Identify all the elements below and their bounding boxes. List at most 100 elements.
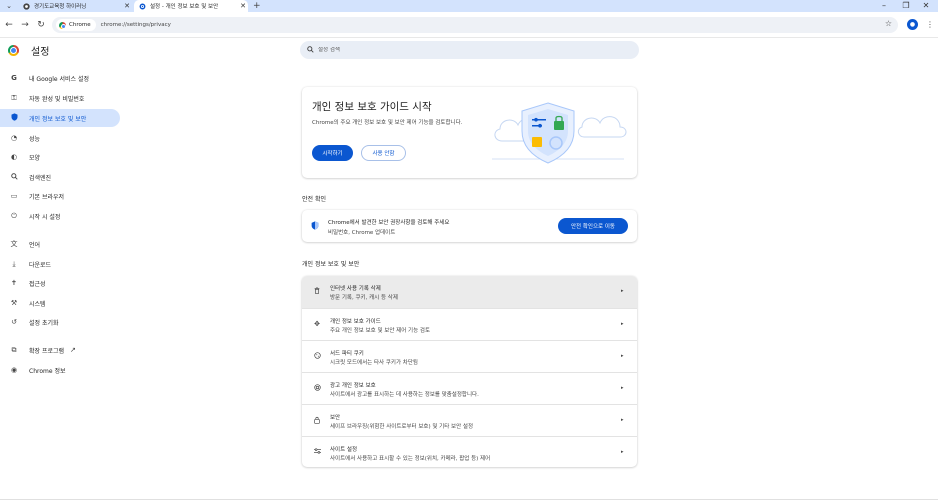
shield-check-icon	[311, 221, 319, 232]
sidebar-item-on-startup[interactable]: ⏻ 시작 시 설정	[0, 207, 120, 225]
chrome-icon: ◉	[10, 366, 18, 374]
sidebar-item-label: Chrome 정보	[29, 367, 66, 375]
guide-icon: ✥	[314, 320, 320, 328]
tab-title: 설정 - 개인 정보 보호 및 보안	[150, 4, 219, 10]
chevron-right-icon: ▸	[621, 385, 624, 391]
row-third-party-cookies[interactable]: 서드 파티 쿠키 시크릿 모드에서는 타사 쿠키가 차단됨 ▸	[302, 340, 637, 372]
kebab-menu-icon[interactable]: ⋮	[926, 19, 934, 31]
profile-avatar-icon[interactable]: ●	[907, 19, 918, 30]
sidebar-item-label: 성능	[29, 135, 41, 143]
safety-check-heading: 안전 확인	[302, 196, 326, 203]
shield-icon	[9, 113, 19, 123]
safety-check-subtitle: 비밀번호, Chrome 업데이트	[328, 230, 396, 236]
reload-icon[interactable]: ↻	[35, 19, 47, 31]
sidebar-item-accessibility[interactable]: ✝ 접근성	[0, 274, 120, 292]
sidebar-item-label: 검색엔진	[29, 174, 52, 182]
sidebar-item-privacy[interactable]: 개인 정보 보호 및 보안	[0, 109, 120, 127]
ad-privacy-icon	[312, 384, 322, 393]
site-info-chip[interactable]: Chrome	[56, 19, 96, 31]
tab-title: 경기도교육청 하이러닝	[34, 4, 87, 10]
browser-toolbar: ← → ↻ Chrome chrome://settings/privacy ☆…	[0, 12, 938, 38]
chevron-right-icon: ▸	[621, 353, 624, 359]
safety-check-card: Chrome에서 발견한 보안 권장사항을 검토해 주세요 비밀번호, Chro…	[302, 210, 637, 242]
sidebar-item-performance[interactable]: ◔ 성능	[0, 129, 120, 147]
new-tab-plus-icon[interactable]: +	[253, 0, 261, 12]
privacy-settings-list: 인터넷 사용 기록 삭제 방문 기록, 쿠키, 캐시 등 삭제 ▸ ✥ 개인 정…	[302, 276, 637, 467]
row-subtitle: 시크릿 모드에서는 타사 쿠키가 차단됨	[330, 360, 418, 366]
sidebar-item-reset[interactable]: ↺ 설정 초기화	[0, 313, 120, 331]
chevron-right-icon: ▸	[621, 449, 624, 455]
privacy-security-heading: 개인 정보 보호 및 보안	[302, 261, 360, 268]
privacy-guide-promo: 개인 정보 보호 가이드 시작 Chrome의 주요 개인 정보 보호 및 보안…	[302, 87, 637, 178]
sidebar-item-languages[interactable]: 文 언어	[0, 235, 120, 253]
row-subtitle: 주요 개인 정보 보호 및 보안 제어 기능 검토	[330, 328, 431, 334]
sidebar-item-google-services[interactable]: G 내 Google 서비스 설정	[0, 69, 120, 87]
row-subtitle: 사이트에서 사용하고 표시할 수 있는 정보(위치, 카메라, 팝업 등) 제어	[330, 456, 491, 462]
sidebar-item-label: 설정 초기화	[29, 319, 59, 327]
window-bottom-edge	[0, 499, 938, 500]
sidebar-item-system[interactable]: ⚒ 시스템	[0, 294, 120, 312]
search-input[interactable]	[318, 47, 618, 53]
chevron-right-icon: ▸	[621, 321, 624, 327]
address-bar[interactable]: Chrome chrome://settings/privacy ☆	[52, 17, 898, 33]
minimize-icon[interactable]: –	[872, 0, 896, 12]
reset-icon: ↺	[11, 318, 17, 326]
row-subtitle: 세이프 브라우징(위험한 사이트로부터 보호) 및 기타 보안 설정	[330, 424, 474, 430]
sidebar-item-default-browser[interactable]: ▭ 기본 브라우저	[0, 187, 120, 205]
row-subtitle: 방문 기록, 쿠키, 캐시 등 삭제	[330, 295, 398, 301]
row-title: 보안	[330, 415, 341, 421]
translate-icon: 文	[10, 240, 18, 248]
sidebar-item-about-chrome[interactable]: ◉ Chrome 정보	[0, 361, 120, 379]
start-guide-button[interactable]: 시작하기	[312, 145, 353, 161]
row-title: 개인 정보 보호 가이드	[330, 319, 381, 325]
bookmark-star-icon[interactable]: ☆	[885, 19, 892, 28]
sidebar-item-label: 내 Google 서비스 설정	[29, 75, 90, 83]
cookie-icon	[312, 352, 322, 361]
chevron-right-icon: ▸	[621, 288, 624, 294]
download-icon: ⤓	[12, 259, 16, 268]
sidebar-item-label: 접근성	[29, 280, 46, 288]
sidebar-item-label: 자동 완성 및 비밀번호	[29, 95, 85, 103]
sidebar-item-label: 시작 시 설정	[29, 213, 61, 221]
back-arrow-icon[interactable]: ←	[3, 19, 15, 31]
privacy-guide-illustration	[492, 102, 627, 164]
row-privacy-guide[interactable]: ✥ 개인 정보 보호 가이드 주요 개인 정보 보호 및 보안 제어 기능 검토…	[302, 308, 637, 340]
sidebar-item-search-engine[interactable]: 검색엔진	[0, 168, 120, 186]
tab-hilearning[interactable]: 경기도교육청 하이러닝 ✕	[18, 0, 132, 12]
palette-icon: ◐	[10, 153, 18, 161]
row-title: 인터넷 사용 기록 삭제	[330, 286, 381, 292]
close-icon[interactable]: ✕	[238, 2, 248, 10]
close-icon[interactable]: ✕	[122, 2, 132, 10]
sidebar-item-extensions[interactable]: ⧉ 확장 프로그램 ↗	[0, 341, 120, 359]
tab-settings[interactable]: 설정 - 개인 정보 보호 및 보안 ✕	[134, 0, 248, 12]
tab-favicon	[22, 2, 30, 10]
sidebar-item-downloads[interactable]: ⤓ 다운로드	[0, 255, 120, 273]
browser-window-icon: ▭	[10, 192, 18, 200]
accessibility-icon: ✝	[11, 279, 17, 287]
dismiss-guide-button[interactable]: 사용 안함	[361, 145, 406, 161]
sidebar-item-autofill[interactable]: ⚿ 자동 완성 및 비밀번호	[0, 89, 120, 107]
window-close-icon[interactable]: ✕	[914, 0, 938, 12]
page-title: 설정	[31, 47, 50, 58]
settings-search[interactable]	[300, 41, 639, 59]
row-security[interactable]: 보안 세이프 브라우징(위험한 사이트로부터 보호) 및 기타 보안 설정 ▸	[302, 404, 637, 436]
tab-search-chevron-icon[interactable]: ⌄	[4, 0, 14, 12]
row-title: 광고 개인 정보 보호	[330, 383, 376, 389]
sliders-icon	[312, 448, 322, 456]
key-icon: ⚿	[11, 93, 17, 102]
sidebar-item-label: 시스템	[29, 300, 46, 308]
sidebar-item-label: 다운로드	[29, 261, 52, 269]
row-subtitle: 사이트에서 광고를 표시하는 데 사용하는 정보를 맞춤설정합니다.	[330, 392, 479, 398]
sidebar-item-label: 개인 정보 보호 및 보안	[29, 115, 87, 123]
row-site-settings[interactable]: 사이트 설정 사이트에서 사용하고 표시할 수 있는 정보(위치, 카메라, 팝…	[302, 436, 637, 468]
power-icon: ⏻	[11, 211, 17, 220]
url-text[interactable]: chrome://settings/privacy	[101, 22, 171, 28]
gear-icon	[138, 2, 146, 10]
sidebar-item-label: 언어	[29, 241, 41, 249]
trash-icon	[312, 287, 322, 296]
forward-arrow-icon[interactable]: →	[19, 19, 31, 31]
go-to-safety-check-button[interactable]: 안전 확인으로 이동	[558, 218, 628, 234]
sidebar-item-appearance[interactable]: ◐ 모양	[0, 148, 120, 166]
row-clear-browsing-data[interactable]: 인터넷 사용 기록 삭제 방문 기록, 쿠키, 캐시 등 삭제 ▸	[302, 276, 637, 308]
row-ad-privacy[interactable]: 광고 개인 정보 보호 사이트에서 광고를 표시하는 데 사용하는 정보를 맞춤…	[302, 372, 637, 404]
